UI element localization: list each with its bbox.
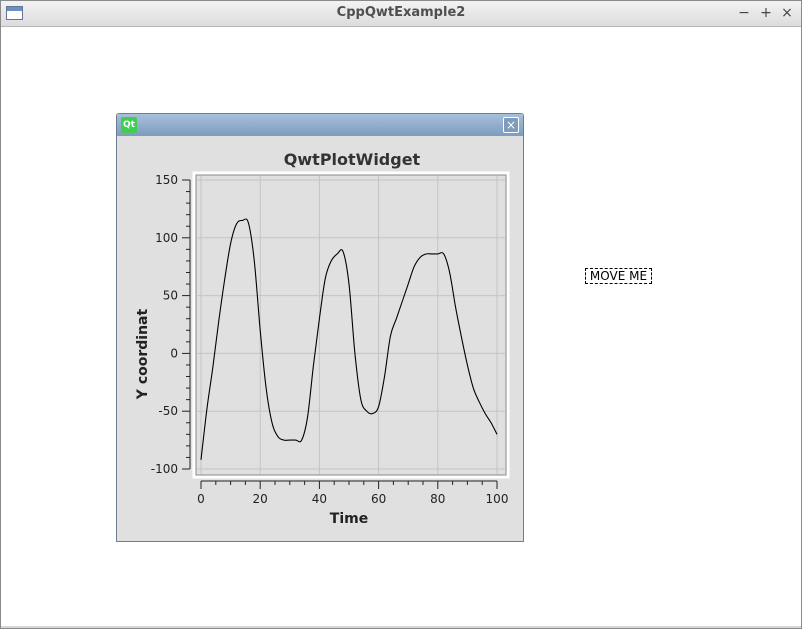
- y-axis-label: Y coordinat: [135, 309, 151, 401]
- y-tick-label: -100: [151, 462, 178, 476]
- window-bottom-edge: [1, 626, 801, 628]
- plot-subwindow[interactable]: Qt × QwtPlotWidget Time Y coordinat -100…: [116, 113, 524, 542]
- move-me-label[interactable]: MOVE ME: [585, 268, 652, 284]
- y-tick-label: 150: [155, 173, 178, 187]
- close-button[interactable]: ×: [778, 4, 796, 22]
- maximize-button[interactable]: +: [757, 4, 775, 22]
- minimize-button[interactable]: −: [735, 4, 753, 22]
- y-tick-label: 100: [155, 231, 178, 245]
- x-tick-label: 20: [253, 492, 268, 506]
- main-window: CppQwtExample2 − + × Qt × QwtPlotWidget …: [0, 0, 802, 629]
- subwindow-close-button[interactable]: ×: [503, 117, 519, 133]
- x-tick-label: 40: [312, 492, 327, 506]
- window-title: CppQwtExample2: [336, 5, 466, 20]
- window-titlebar[interactable]: CppQwtExample2 − + ×: [1, 1, 801, 27]
- x-tick-label: 60: [371, 492, 386, 506]
- subwindow-titlebar[interactable]: Qt ×: [117, 114, 523, 136]
- qwt-plot: QwtPlotWidget Time Y coordinat -100 -50 0 5…: [135, 150, 510, 527]
- y-tick-label: 0: [170, 346, 178, 360]
- x-tick-label: 80: [430, 492, 445, 506]
- x-tick-label: 100: [486, 492, 509, 506]
- qt-logo-icon: Qt: [121, 117, 137, 133]
- chart-title: QwtPlotWidget: [284, 150, 421, 169]
- x-tick-label: 0: [197, 492, 205, 506]
- y-tick-label: -50: [158, 404, 178, 418]
- y-tick-label: 50: [163, 289, 178, 303]
- x-axis-label: Time: [330, 511, 368, 527]
- plot-canvas: [192, 171, 510, 479]
